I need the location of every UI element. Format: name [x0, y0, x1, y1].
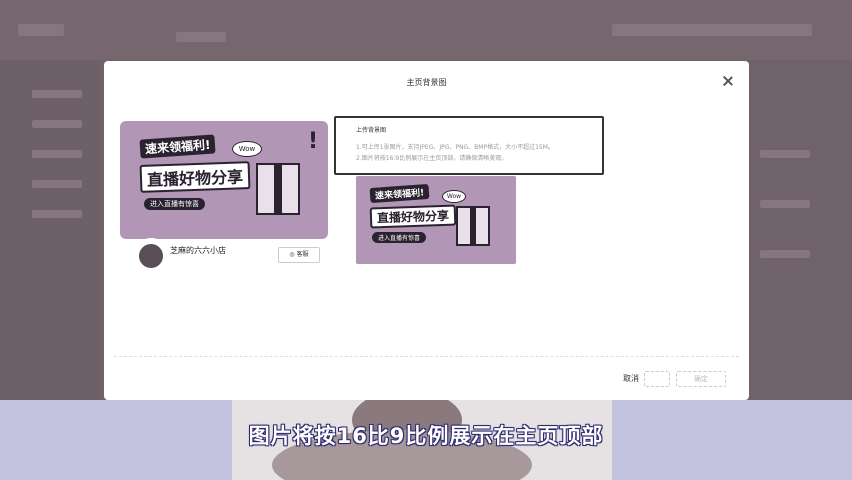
- thumb-gift-box-icon: [456, 206, 490, 246]
- background-side-item: [32, 150, 82, 158]
- banner-subline: 进入直播有惊喜: [144, 198, 205, 210]
- preview-banner-image: 速来领福利! 直播好物分享 进入直播有惊喜 Wow !: [120, 121, 328, 239]
- upload-hint-1: 1.可上传1张图片，支持JPEG、JPG、PNG、BMP格式，大小不超过15M。: [356, 144, 554, 151]
- uploaded-banner-thumbnail[interactable]: 速来领福利! 直播好物分享 进入直播有惊喜 Wow: [356, 176, 516, 264]
- footer-divider: [114, 356, 739, 357]
- background-side-item: [32, 210, 82, 218]
- background-header-right: [612, 24, 812, 36]
- background-sidebar: [0, 60, 100, 400]
- homepage-preview-card: 速来领福利! 直播好物分享 进入直播有惊喜 Wow ! 芝麻的六六小店 ◎ 客服: [120, 121, 328, 301]
- background-right-item: [760, 250, 810, 258]
- upload-title: 上传背景图: [356, 127, 387, 134]
- gift-box-icon: [256, 163, 300, 215]
- upload-background-area[interactable]: 上传背景图 1.可上传1张图片，支持JPEG、JPG、PNG、BMP格式，大小不…: [334, 116, 604, 175]
- background-side-item: [32, 90, 82, 98]
- banner-headline: 速来领福利!: [139, 134, 217, 159]
- confirm-button[interactable]: 确定: [676, 371, 726, 387]
- thumb-banner-title: 直播好物分享: [369, 204, 457, 229]
- close-icon[interactable]: [722, 75, 734, 87]
- thumb-banner-subline: 进入直播有惊喜: [372, 232, 427, 243]
- background-image-dialog: 主页背景图 速来领福利! 直播好物分享 进入直播有惊喜 Wow ! 芝麻的六六小…: [104, 61, 749, 400]
- upload-hint-2: 2.图片将按16:9比例展示在主页顶部，请确保清晰美观。: [356, 155, 508, 162]
- shop-name: 芝麻的六六小店: [170, 246, 226, 255]
- background-right-item: [760, 200, 810, 208]
- dialog-title: 主页背景图: [406, 78, 447, 87]
- thumb-banner-headline: 速来领福利!: [369, 183, 430, 204]
- shop-avatar: [134, 238, 168, 272]
- background-logo: [18, 24, 64, 36]
- banner-title: 直播好物分享: [139, 161, 251, 193]
- background-side-item: [32, 180, 82, 188]
- customer-service-button[interactable]: ◎ 客服: [278, 247, 320, 263]
- background-right-item: [760, 150, 810, 158]
- ghost-button[interactable]: [644, 371, 670, 387]
- thumb-wow-sticker: Wow: [442, 190, 466, 203]
- cancel-button[interactable]: 取消: [616, 371, 646, 387]
- exclamation-icon: !: [308, 129, 319, 154]
- background-header-text: [176, 32, 226, 42]
- wow-sticker: Wow: [232, 141, 262, 157]
- subtitle-caption: 图片将按16比9比例展示在主页顶部: [248, 424, 604, 448]
- background-side-item: [32, 120, 82, 128]
